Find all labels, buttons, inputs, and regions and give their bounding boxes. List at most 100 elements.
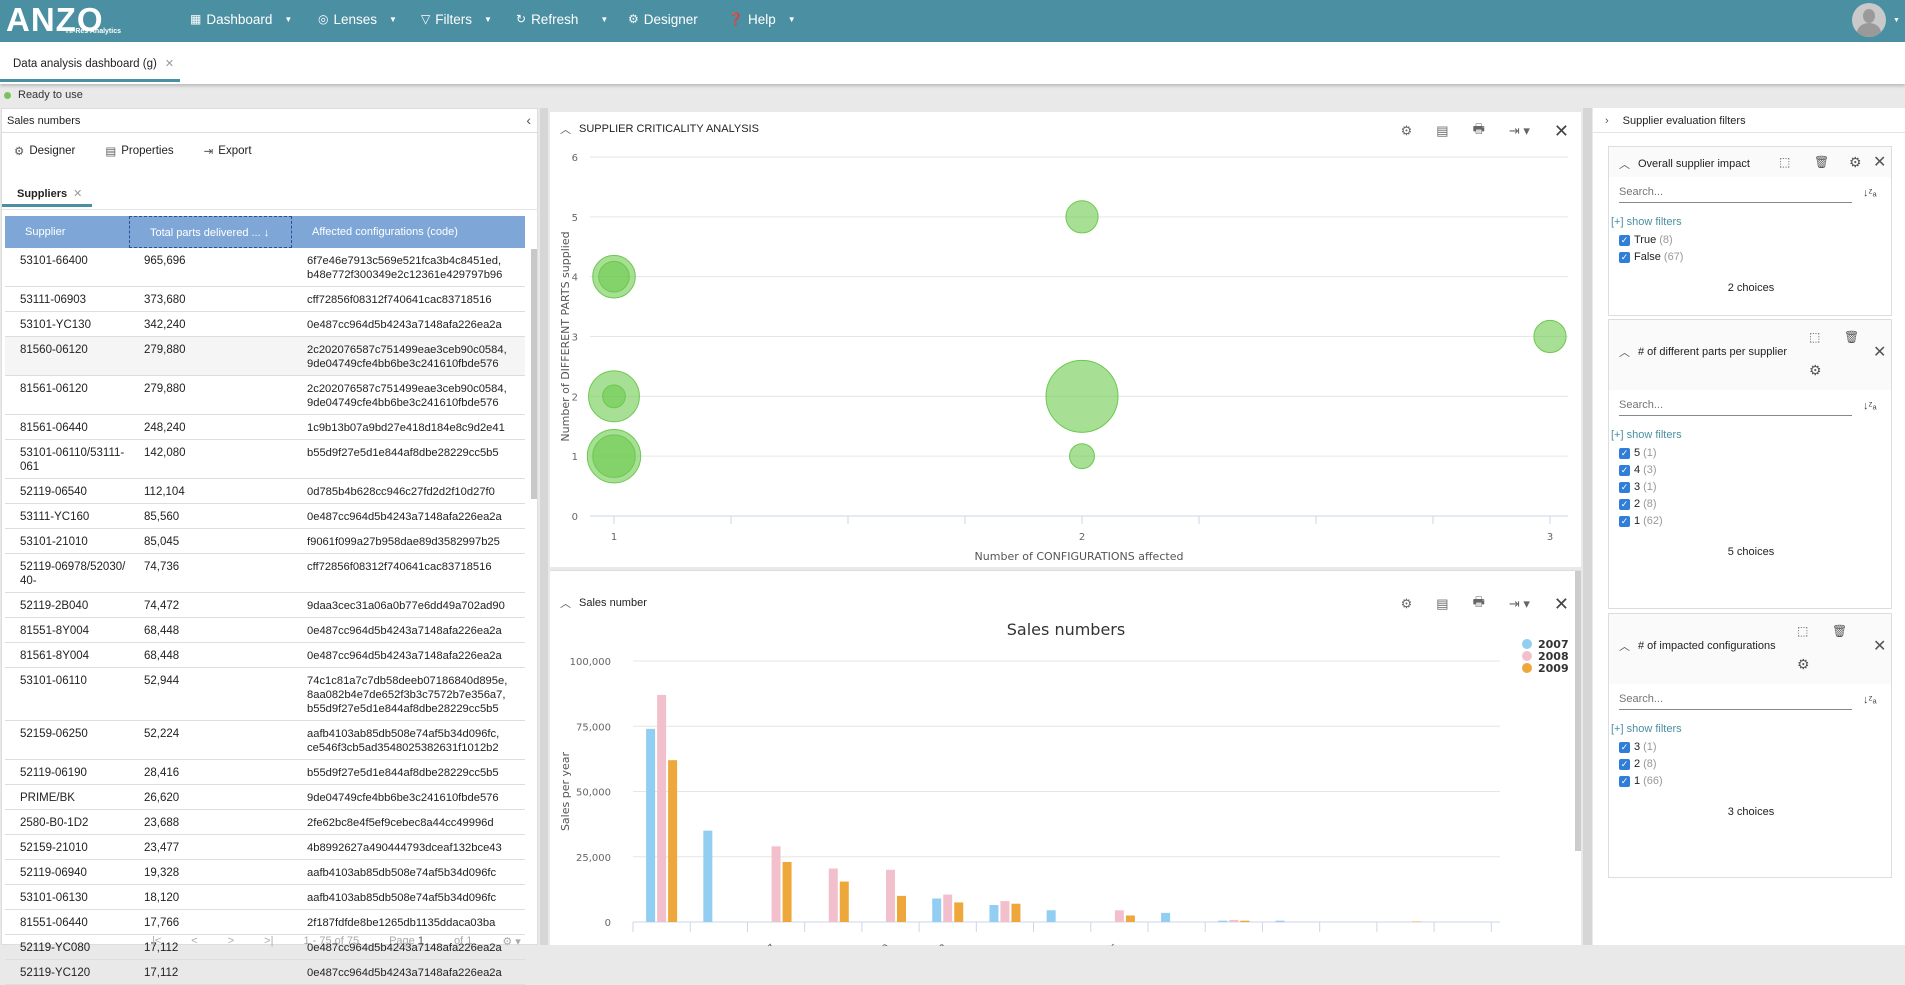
- pager-settings-icon[interactable]: ⚙ ▾: [502, 935, 520, 948]
- table-row[interactable]: 52159-21010 23,477 4b8992627a490444793dcea…: [5, 835, 525, 860]
- search-input[interactable]: [1619, 693, 1852, 705]
- tab-suppliers[interactable]: Suppliers ✕: [2, 179, 92, 207]
- show-filters-link[interactable]: [+] show filters: [1611, 723, 1682, 735]
- filter-option[interactable]: ✓ 3 (1): [1619, 479, 1671, 495]
- checkbox-checked[interactable]: ✓: [1619, 498, 1630, 510]
- sort-za-icon[interactable]: ↓ᶻₐ: [1863, 187, 1877, 199]
- filter-option[interactable]: ✓ 5 (1): [1619, 445, 1671, 461]
- checkbox-checked[interactable]: ✓: [1619, 234, 1630, 246]
- settings-icon[interactable]: ⚙: [1797, 656, 1810, 673]
- nav-filters[interactable]: ▽ Filters ▼: [421, 0, 492, 38]
- table-row[interactable]: 2580-B0-1D2 23,688 2fe62bc8e4f5ef9cebec8a4…: [5, 810, 525, 835]
- table-row[interactable]: 81561-8Y004 68,448 0e487cc964d5b4243a7148a…: [5, 643, 525, 668]
- search-input[interactable]: [1619, 399, 1852, 411]
- table-row[interactable]: 53101-21010 85,045 f9061f099a27b958dae89d3…: [5, 529, 525, 554]
- sort-za-icon[interactable]: ↓ᶻₐ: [1863, 694, 1877, 706]
- card-scrollbar[interactable]: [1575, 571, 1581, 851]
- user-avatar[interactable]: [1852, 3, 1886, 37]
- checkbox-checked[interactable]: ✓: [1619, 741, 1630, 753]
- table-row[interactable]: 53101-66400 965,696 6f7e46e7913c569e521fca…: [5, 248, 525, 287]
- panel-splitter-right[interactable]: [1583, 108, 1592, 945]
- select-all-icon[interactable]: ⬚: [1809, 330, 1820, 344]
- checkbox-checked[interactable]: ✓: [1619, 251, 1630, 263]
- nav-designer[interactable]: ⚙ Designer: [628, 0, 698, 38]
- settings-icon[interactable]: ⚙: [1809, 362, 1822, 379]
- export-button[interactable]: ⇥ Export: [204, 144, 252, 158]
- panel-splitter-left[interactable]: [540, 108, 548, 945]
- table-row[interactable]: PRIME/BK 26,620 9de04749cfe4bb6be3c241610f…: [5, 785, 525, 810]
- table-row[interactable]: 81551-8Y004 68,448 0e487cc964d5b4243a7148a…: [5, 618, 525, 643]
- checkbox-checked[interactable]: ✓: [1619, 515, 1630, 527]
- table-row[interactable]: 81560-06120 279,880 2c202076587c751499eae3…: [5, 337, 525, 376]
- table-row[interactable]: 52119-06540 112,104 0d785b4b628cc946c27fd2…: [5, 479, 525, 504]
- show-filters-link[interactable]: [+] show filters: [1611, 429, 1682, 441]
- clear-filter-icon[interactable]: 🗑: [1814, 155, 1829, 169]
- table-row[interactable]: 81561-06440 248,240 1c9b13b07a9bd27e418d18…: [5, 415, 525, 440]
- table-row[interactable]: 81551-06440 17,766 2f187fdfde8be1265db1135…: [5, 910, 525, 935]
- settings-icon[interactable]: ⚙: [1849, 154, 1862, 171]
- clear-filter-icon[interactable]: 🗑: [1844, 330, 1859, 344]
- expand-chevron-icon[interactable]: ›: [1605, 115, 1609, 132]
- tab-data-analysis-dashboard[interactable]: Data analysis dashboard (g) ✕: [0, 42, 180, 82]
- table-row[interactable]: 53101-06130 18,120 aafb4103ab85db508e74af5…: [5, 885, 525, 910]
- checkbox-checked[interactable]: ✓: [1619, 481, 1630, 493]
- nav-dashboard[interactable]: ▦ Dashboard ▼: [190, 0, 292, 38]
- close-icon[interactable]: ✕: [1873, 342, 1886, 362]
- first-page-button[interactable]: |<: [152, 935, 161, 948]
- checkbox-checked[interactable]: ✓: [1619, 775, 1630, 787]
- filter-search-input[interactable]: [1619, 690, 1852, 710]
- grid-scrollbar[interactable]: [531, 249, 537, 499]
- column-header-total-parts[interactable]: Total parts delivered ... ↓: [129, 216, 292, 248]
- table-row[interactable]: 53101-YC130 342,240 0e487cc964d5b4243a7148…: [5, 312, 525, 337]
- table-row[interactable]: 53101-06110/53111-061 142,080 b55d9f27e5d1…: [5, 440, 525, 479]
- next-page-button[interactable]: >: [228, 935, 234, 948]
- collapse-chevron-icon[interactable]: ︿: [1619, 638, 1630, 654]
- collapse-chevron-icon[interactable]: ︿: [1619, 156, 1630, 172]
- table-row[interactable]: 52119-06978/52030/40- 74,736 cff72856f0831…: [5, 554, 525, 593]
- filter-search-input[interactable]: [1619, 396, 1852, 416]
- filter-search-input[interactable]: [1619, 183, 1852, 203]
- column-header-supplier[interactable]: Supplier: [5, 216, 129, 248]
- search-input[interactable]: [1619, 186, 1852, 198]
- table-row[interactable]: 52159-06250 52,224 aafb4103ab85db508e74af5…: [5, 721, 525, 760]
- last-page-button[interactable]: >|: [264, 935, 273, 948]
- column-header-affected-configurations[interactable]: Affected configurations (code): [292, 216, 525, 248]
- table-row[interactable]: 53111-06903 373,680 cff72856f08312f740641c…: [5, 287, 525, 312]
- designer-button[interactable]: ⚙ Designer: [14, 144, 75, 158]
- table-row[interactable]: 52119-06190 28,416 b55d9f27e5d1e844af8dbe2…: [5, 760, 525, 785]
- close-icon[interactable]: ✕: [1873, 636, 1886, 656]
- select-all-icon[interactable]: ⬚: [1779, 155, 1790, 169]
- select-all-icon[interactable]: ⬚: [1797, 624, 1808, 638]
- filter-option[interactable]: ✓ False (67): [1619, 249, 1851, 265]
- filter-option[interactable]: ✓ 1 (66): [1619, 773, 1877, 789]
- sort-za-icon[interactable]: ↓ᶻₐ: [1863, 400, 1877, 412]
- user-menu-caret-icon[interactable]: ▼: [1893, 17, 1900, 24]
- table-row[interactable]: 52119-YC120 17,112 0e487cc964d5b4243a7148a…: [5, 960, 525, 985]
- table-row[interactable]: 53111-YC160 85,560 0e487cc964d5b4243a7148a…: [5, 504, 525, 529]
- filter-option[interactable]: ✓ True (8): [1619, 232, 1673, 248]
- collapse-chevron-icon[interactable]: ︿: [1619, 344, 1630, 360]
- filter-option[interactable]: ✓ 4 (3): [1619, 462, 1678, 478]
- filter-option[interactable]: ✓ 2 (8): [1619, 756, 1694, 772]
- prev-page-button[interactable]: <: [191, 935, 197, 948]
- nav-help[interactable]: ❓ Help ▼: [728, 0, 796, 38]
- close-tab-icon[interactable]: ✕: [165, 58, 174, 70]
- close-icon[interactable]: ✕: [1873, 152, 1886, 172]
- table-row[interactable]: 53101-06110 52,944 74c1c81a7c7db58deeb0718…: [5, 668, 525, 721]
- properties-button[interactable]: ▤ Properties: [105, 144, 173, 158]
- collapse-panel-icon[interactable]: ‹: [526, 112, 531, 128]
- filter-option[interactable]: ✓ 2 (8): [1619, 496, 1694, 512]
- checkbox-checked[interactable]: ✓: [1619, 464, 1630, 476]
- close-tab-icon[interactable]: ✕: [73, 188, 82, 200]
- table-row[interactable]: 81561-06120 279,880 2c202076587c751499eae3…: [5, 376, 525, 415]
- nav-lenses[interactable]: ◎ Lenses ▼: [318, 0, 397, 38]
- table-row[interactable]: 52119-06940 19,328 aafb4103ab85db508e74af5…: [5, 860, 525, 885]
- show-filters-link[interactable]: [+] show filters: [1611, 216, 1682, 228]
- filter-option[interactable]: ✓ 1 (62): [1619, 513, 1877, 529]
- filter-option[interactable]: ✓ 3 (1): [1619, 739, 1671, 755]
- anzo-logo[interactable]: ANZO Hi-Res Analytics: [6, 0, 146, 42]
- checkbox-checked[interactable]: ✓: [1619, 447, 1630, 459]
- nav-refresh[interactable]: ↻ Refresh ▼: [516, 0, 608, 38]
- page-input[interactable]: 1: [418, 935, 424, 947]
- checkbox-checked[interactable]: ✓: [1619, 758, 1630, 770]
